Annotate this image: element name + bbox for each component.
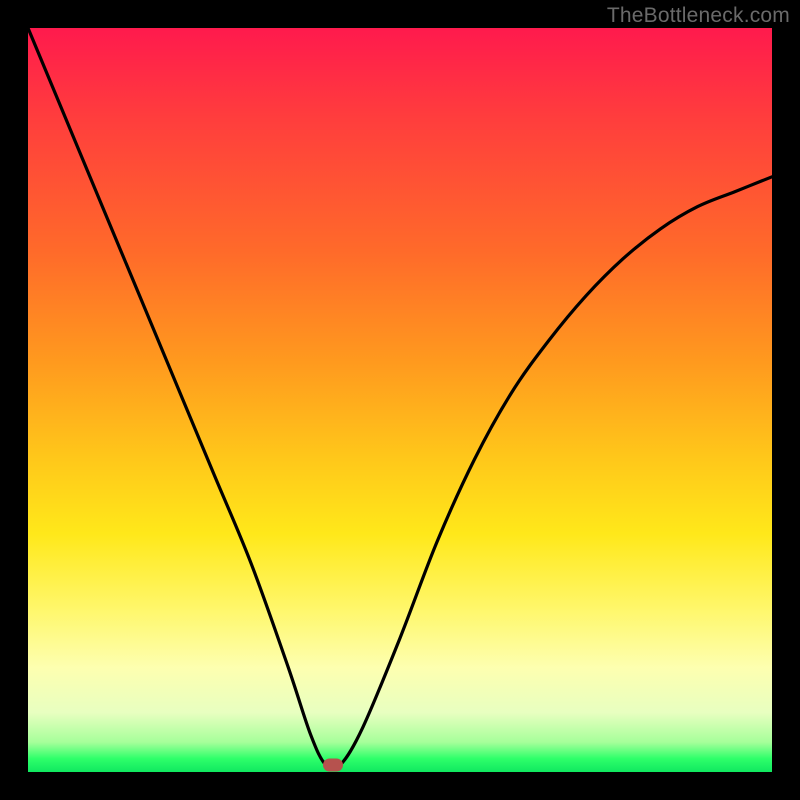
watermark-text: TheBottleneck.com (607, 4, 790, 28)
bottleneck-curve (28, 28, 772, 769)
chart-frame: TheBottleneck.com (0, 0, 800, 800)
curve-svg (28, 28, 772, 772)
min-marker (323, 758, 343, 771)
plot-area (28, 28, 772, 772)
